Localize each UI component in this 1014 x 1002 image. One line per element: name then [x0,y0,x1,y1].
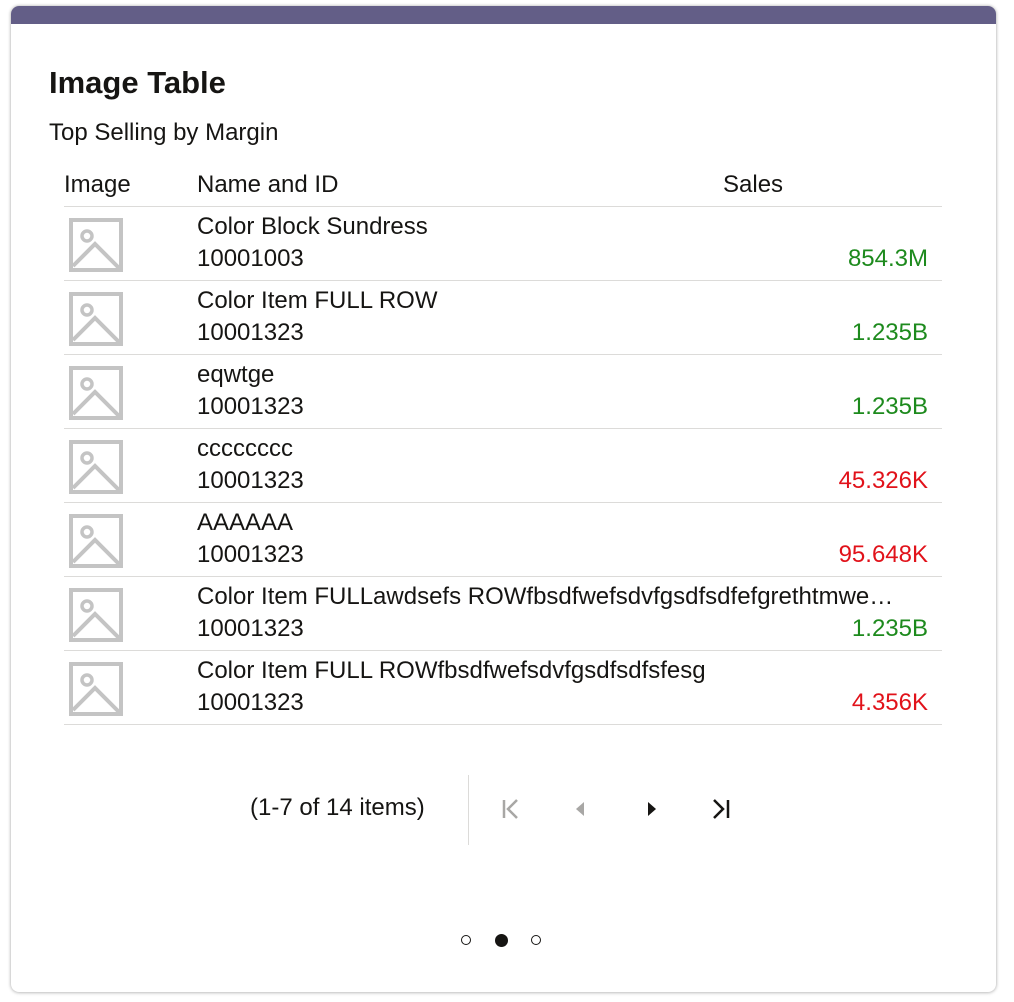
previous-page-icon [576,802,584,816]
card-accent-bar [11,6,996,24]
table-row[interactable]: eqwtge 10001323 1.235B [64,355,942,429]
table-row[interactable]: Color Item FULL ROWfbsdfwefsdvfgsdfsdfsf… [64,651,942,725]
carousel-dot-1[interactable] [461,935,471,945]
first-page-icon [502,799,518,819]
next-page-icon [648,802,656,816]
sales-value: 95.648K [838,541,928,568]
product-id: 10001323 [197,689,304,716]
table-row[interactable]: cccccccc 10001323 45.326K [64,429,942,503]
image-table-card: Image Table Top Selling by Margin Image … [11,6,996,992]
first-page-button[interactable] [493,791,529,827]
column-header-image[interactable]: Image [64,170,131,200]
carousel-dot-3[interactable] [531,935,541,945]
image-placeholder-icon [69,514,123,568]
card-subtitle: Top Selling by Margin [49,119,279,146]
image-placeholder-icon [69,218,123,272]
last-page-button[interactable] [703,791,739,827]
previous-page-button[interactable] [563,791,599,827]
image-placeholder-icon [69,366,123,420]
table-row[interactable]: AAAAAA 10001323 95.648K [64,503,942,577]
product-id: 10001323 [197,393,304,420]
image-placeholder-icon [69,440,123,494]
column-header-sales[interactable]: Sales [723,170,783,200]
product-id: 10001323 [197,615,304,642]
sales-value: 45.326K [838,467,928,494]
product-name: Color Item FULL ROWfbsdfwefsdvfgsdfsdfsf… [197,657,706,684]
sales-value: 1.235B [851,615,928,642]
sales-value: 854.3M [847,245,928,272]
sales-value: 1.235B [851,393,928,420]
product-id: 10001323 [197,467,304,494]
table-row[interactable]: Color Item FULLawdsefs ROWfbsdfwefsdvfgs… [64,577,942,651]
column-header-name-and-id[interactable]: Name and ID [197,170,338,200]
image-placeholder-icon [69,588,123,642]
pagination-info: (1-7 of 14 items) [250,794,425,821]
product-name: Color Item FULL ROW [197,287,438,314]
product-id: 10001323 [197,541,304,568]
pagination-divider [468,775,469,845]
product-name: cccccccc [197,435,293,462]
product-name: AAAAAA [197,509,294,536]
card-title: Image Table [49,65,226,100]
product-name: Color Block Sundress [197,213,428,240]
table-row[interactable]: Color Block Sundress 10001003 854.3M [64,207,942,281]
table-body: Color Block Sundress 10001003 854.3M Color … [64,207,942,725]
table-header: Image Name and ID Sales [64,166,942,207]
next-page-button[interactable] [633,791,669,827]
carousel-dot-2[interactable] [494,934,508,947]
product-id: 10001323 [197,319,304,346]
product-id: 10001003 [197,245,304,272]
image-placeholder-icon [69,662,123,716]
product-name: Color Item FULLawdsefs ROWfbsdfwefsdvfgs… [197,583,894,610]
last-page-icon [713,799,730,819]
sales-value: 4.356K [851,689,928,716]
product-name: eqwtge [197,361,275,388]
pagination: (1-7 of 14 items) [11,773,996,845]
sales-value: 1.235B [851,319,928,346]
table-row[interactable]: Color Item FULL ROW 10001323 1.235B [64,281,942,355]
carousel-page-indicators [11,932,996,952]
image-placeholder-icon [69,292,123,346]
